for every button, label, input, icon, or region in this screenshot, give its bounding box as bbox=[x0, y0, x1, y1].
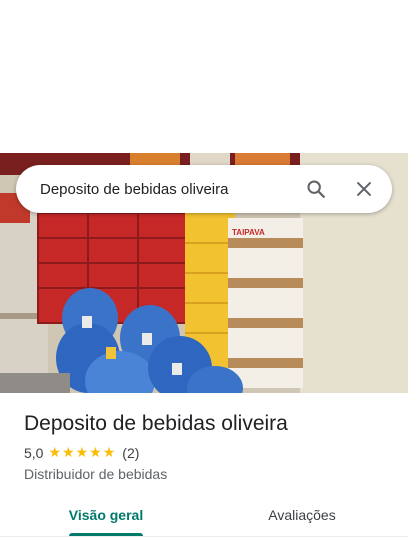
search-input[interactable] bbox=[16, 165, 292, 213]
review-count[interactable]: (2) bbox=[122, 444, 139, 462]
place-title: Deposito de bebidas oliveira bbox=[24, 412, 288, 435]
tab-bar: Visão geral Avaliações bbox=[0, 492, 408, 540]
place-category: Distribuidor de bebidas bbox=[24, 466, 168, 482]
tab-divider bbox=[0, 536, 408, 537]
star-icon: ★ bbox=[102, 445, 116, 461]
search-bar[interactable] bbox=[16, 165, 392, 213]
star-icon: ★ bbox=[89, 445, 102, 461]
search-icon bbox=[307, 180, 325, 198]
rating-row[interactable]: 5,0 ★ ★ ★ ★ ★ (2) bbox=[24, 444, 394, 462]
tab-reviews[interactable]: Avaliações bbox=[244, 492, 360, 538]
close-icon bbox=[357, 182, 371, 196]
star-icon: ★ bbox=[62, 445, 75, 461]
tab-overview[interactable]: Visão geral bbox=[48, 492, 164, 538]
search-button[interactable] bbox=[292, 165, 340, 213]
star-rating: ★ ★ ★ ★ ★ bbox=[48, 446, 116, 460]
rating-value: 5,0 bbox=[24, 445, 44, 461]
map-blank-area bbox=[0, 0, 408, 153]
clear-search-button[interactable] bbox=[340, 165, 388, 213]
star-icon: ★ bbox=[75, 445, 89, 461]
star-icon: ★ bbox=[48, 445, 62, 461]
brand-text: TAIPAVA bbox=[232, 228, 265, 237]
place-info: Deposito de bebidas oliveira 5,0 ★ ★ ★ ★… bbox=[24, 410, 394, 483]
